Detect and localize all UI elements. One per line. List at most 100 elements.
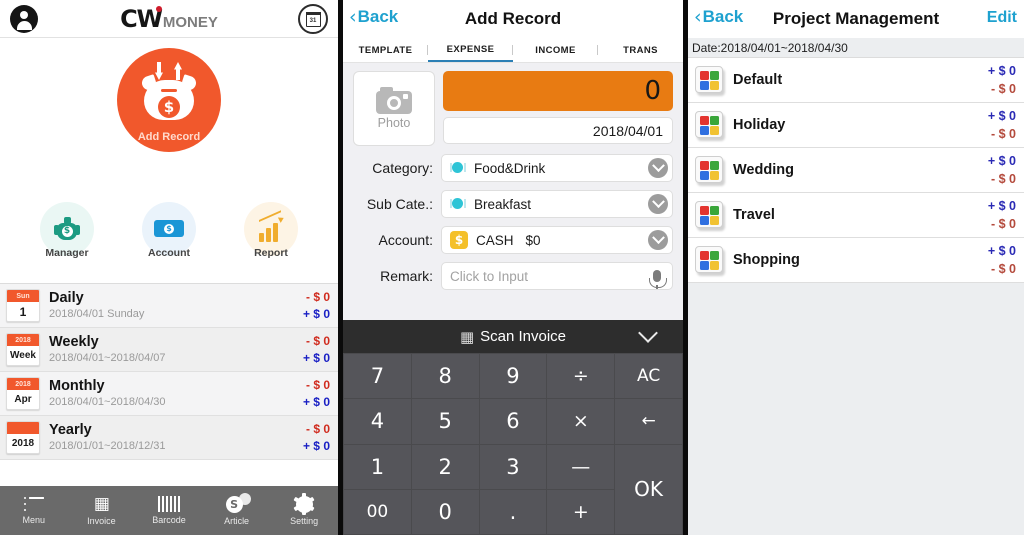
logo-secondary-text: MONEY xyxy=(162,13,218,31)
tab-setting[interactable]: Setting xyxy=(270,493,338,526)
project-negative-amount: - $ 0 xyxy=(990,262,1016,276)
add-record-button[interactable]: $ Add Record xyxy=(117,48,221,152)
key-minus[interactable]: — xyxy=(547,444,615,489)
key-decimal[interactable]: . xyxy=(479,489,547,534)
gear-icon xyxy=(293,493,315,515)
table-row[interactable]: Wedding + $ 0 - $ 0 xyxy=(688,148,1024,193)
remark-input[interactable]: Click to Input xyxy=(441,262,673,290)
tab-invoice[interactable]: ▦ Invoice xyxy=(68,495,136,526)
key-7[interactable]: 7 xyxy=(344,354,411,399)
calendar-badge: 2018 Apr xyxy=(6,377,40,410)
table-row[interactable]: Travel + $ 0 - $ 0 xyxy=(688,193,1024,238)
banknote-icon: $ xyxy=(154,218,184,240)
back-button[interactable]: ‹ Back xyxy=(349,6,398,28)
tab-menu[interactable]: Menu xyxy=(0,496,68,525)
tab-template[interactable]: TEMPLATE xyxy=(343,38,428,62)
project-squares-icon xyxy=(693,200,725,231)
key-double-zero[interactable]: 00 xyxy=(344,489,411,534)
key-2[interactable]: 2 xyxy=(411,444,479,489)
key-ok[interactable]: OK xyxy=(615,444,682,534)
photo-picker-button[interactable]: Photo xyxy=(353,71,435,146)
key-3[interactable]: 3 xyxy=(479,444,547,489)
project-positive-amount: + $ 0 xyxy=(987,153,1016,168)
key-1[interactable]: 1 xyxy=(344,444,411,489)
account-name: CASH xyxy=(476,232,514,248)
panel-add-record: ‹ Back Add Record TEMPLATE EXPENSE INCOM… xyxy=(343,0,683,535)
back-label: Back xyxy=(702,7,744,26)
key-plus[interactable]: + xyxy=(547,489,615,534)
list-item[interactable]: 2018 Week Weekly 2018/04/01~2018/04/07 -… xyxy=(0,328,338,372)
table-row[interactable]: Default + $ 0 - $ 0 xyxy=(688,58,1024,103)
chevron-left-icon: ‹ xyxy=(349,6,357,28)
list-item[interactable]: 2018 Yearly 2018/01/01~2018/12/31 - $ 0 … xyxy=(0,416,338,460)
quick-action-report[interactable]: Report xyxy=(220,198,322,259)
quick-actions-row: $ Manager $ Account Report xyxy=(0,198,338,283)
quick-action-account[interactable]: $ Account xyxy=(118,198,220,259)
bottom-tabbar: Menu ▦ Invoice Barcode S Article Setting xyxy=(0,486,338,535)
field-account-select[interactable]: $ CASH $0 xyxy=(441,226,673,254)
list-item[interactable]: Sun 1 Daily 2018/04/01 Sunday - $ 0 + $ … xyxy=(0,284,338,328)
key-4[interactable]: 4 xyxy=(344,399,411,444)
project-positive-amount: + $ 0 xyxy=(987,198,1016,213)
microphone-icon[interactable] xyxy=(649,270,667,289)
tab-barcode-label: Barcode xyxy=(152,515,186,525)
key-0[interactable]: 0 xyxy=(411,489,479,534)
quick-action-account-label: Account xyxy=(148,247,190,259)
quick-action-manager[interactable]: $ Manager xyxy=(16,198,118,259)
tab-article[interactable]: S Article xyxy=(203,492,271,526)
field-remark-row: Remark: Click to Input xyxy=(353,262,673,290)
account-balance: $0 xyxy=(525,232,541,248)
tab-expense[interactable]: EXPENSE xyxy=(428,38,513,62)
chevron-down-circle-icon[interactable] xyxy=(648,194,668,214)
banknote-symbol: $ xyxy=(164,224,174,234)
calendar-badge-top: 2018 xyxy=(7,378,39,390)
key-all-clear[interactable]: AC xyxy=(615,354,682,399)
project-negative-amount: - $ 0 xyxy=(990,82,1016,96)
date-field[interactable]: 2018/04/01 xyxy=(443,117,673,144)
tab-setting-label: Setting xyxy=(290,515,319,526)
chevron-down-circle-icon[interactable] xyxy=(648,158,668,178)
tab-barcode[interactable]: Barcode xyxy=(135,496,203,525)
field-category-select[interactable]: Food&Drink xyxy=(441,154,673,182)
table-row[interactable]: Holiday + $ 0 - $ 0 xyxy=(688,103,1024,148)
list-item[interactable]: 2018 Apr Monthly 2018/04/01~2018/04/30 -… xyxy=(0,372,338,416)
user-avatar-icon[interactable] xyxy=(10,5,38,33)
key-5[interactable]: 5 xyxy=(411,399,479,444)
key-6[interactable]: 6 xyxy=(479,399,547,444)
back-button[interactable]: ‹ Back xyxy=(694,6,743,28)
project-name: Travel xyxy=(733,207,775,223)
edit-button[interactable]: Edit xyxy=(987,9,1017,27)
record-type-tabs: TEMPLATE EXPENSE INCOME TRANS xyxy=(343,38,683,63)
field-subcategory-select[interactable]: Breakfast xyxy=(441,190,673,218)
calendar-badge-bottom: 1 xyxy=(19,304,27,319)
period-negative-amount: - $ 0 xyxy=(305,377,330,392)
money-bag-symbol: $ xyxy=(61,226,73,237)
period-negative-amount: - $ 0 xyxy=(305,333,330,348)
bar-chart-icon xyxy=(257,210,286,242)
chevron-down-circle-icon[interactable] xyxy=(648,230,668,250)
calendar-badge: 2018 Week xyxy=(6,333,40,366)
app-logo: CW MONEY xyxy=(120,5,218,31)
period-range: 2018/01/01~2018/12/31 xyxy=(49,440,166,453)
tab-trans[interactable]: TRANS xyxy=(598,38,683,62)
hero-section: $ Add Record xyxy=(0,38,338,198)
key-multiply[interactable]: × xyxy=(547,399,615,444)
key-8[interactable]: 8 xyxy=(411,354,479,399)
panel-home: CW MONEY 31 $ Add Record $ Manager $ Acc… xyxy=(0,0,338,535)
chevron-down-icon[interactable] xyxy=(638,323,658,343)
period-summary-list: Sun 1 Daily 2018/04/01 Sunday - $ 0 + $ … xyxy=(0,283,338,460)
key-9[interactable]: 9 xyxy=(479,354,547,399)
key-divide[interactable]: ÷ xyxy=(547,354,615,399)
field-subcategory-row: Sub Cate.: Breakfast xyxy=(353,190,673,218)
period-title: Monthly xyxy=(49,377,105,394)
tab-income[interactable]: INCOME xyxy=(513,38,598,62)
table-row[interactable]: Shopping + $ 0 - $ 0 xyxy=(688,238,1024,283)
key-backspace[interactable]: ← xyxy=(615,399,682,444)
field-subcategory-label: Sub Cate.: xyxy=(366,196,433,212)
scan-invoice-bar[interactable]: ▦ Scan Invoice xyxy=(343,320,683,353)
tab-menu-label: Menu xyxy=(22,514,46,525)
period-range: 2018/04/01~2018/04/07 xyxy=(49,352,166,365)
period-range: 2018/04/01 Sunday xyxy=(49,308,145,321)
calendar-icon[interactable]: 31 xyxy=(298,4,328,34)
amount-display[interactable]: 0 xyxy=(443,71,673,111)
